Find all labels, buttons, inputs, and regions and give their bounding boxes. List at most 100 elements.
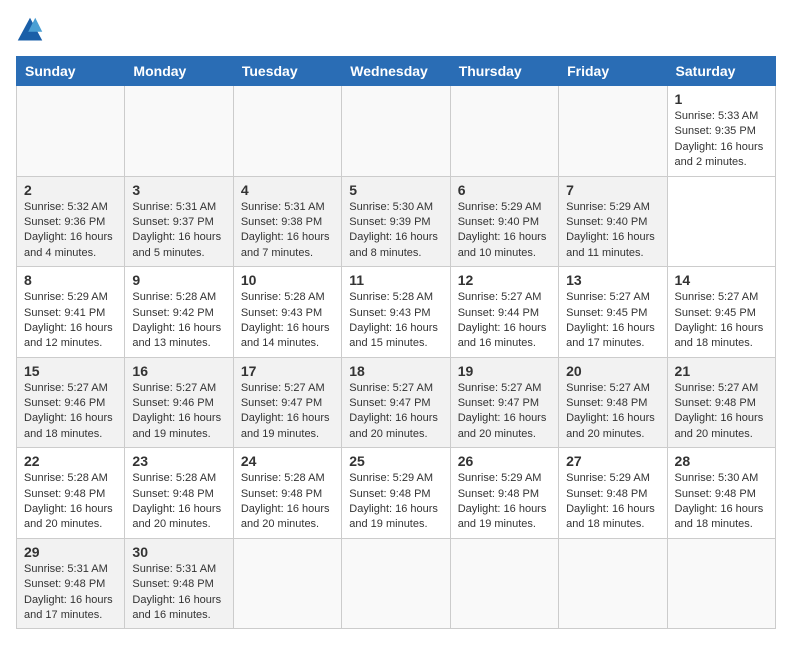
- day-info: Sunrise: 5:27 AMSunset: 9:44 PMDaylight:…: [458, 291, 547, 349]
- calendar-cell: [667, 538, 775, 629]
- calendar-header-friday: Friday: [559, 57, 667, 86]
- calendar-cell: 6 Sunrise: 5:29 AMSunset: 9:40 PMDayligh…: [450, 176, 558, 267]
- calendar-header-monday: Monday: [125, 57, 233, 86]
- day-number: 12: [458, 272, 551, 288]
- day-number: 7: [566, 182, 659, 198]
- day-info: Sunrise: 5:28 AMSunset: 9:43 PMDaylight:…: [349, 291, 438, 349]
- day-info: Sunrise: 5:31 AMSunset: 9:38 PMDaylight:…: [241, 201, 330, 259]
- calendar-header-thursday: Thursday: [450, 57, 558, 86]
- day-number: 18: [349, 363, 442, 379]
- day-number: 22: [24, 453, 117, 469]
- day-number: 20: [566, 363, 659, 379]
- day-info: Sunrise: 5:27 AMSunset: 9:47 PMDaylight:…: [458, 382, 547, 440]
- day-info: Sunrise: 5:31 AMSunset: 9:48 PMDaylight:…: [132, 563, 221, 621]
- calendar-header-row: SundayMondayTuesdayWednesdayThursdayFrid…: [17, 57, 776, 86]
- day-number: 9: [132, 272, 225, 288]
- day-number: 14: [675, 272, 768, 288]
- day-number: 27: [566, 453, 659, 469]
- day-info: Sunrise: 5:28 AMSunset: 9:48 PMDaylight:…: [132, 472, 221, 530]
- calendar-cell: 28 Sunrise: 5:30 AMSunset: 9:48 PMDaylig…: [667, 448, 775, 539]
- calendar-header-saturday: Saturday: [667, 57, 775, 86]
- calendar-cell: 25 Sunrise: 5:29 AMSunset: 9:48 PMDaylig…: [342, 448, 450, 539]
- day-info: Sunrise: 5:29 AMSunset: 9:48 PMDaylight:…: [349, 472, 438, 530]
- calendar-cell: 21 Sunrise: 5:27 AMSunset: 9:48 PMDaylig…: [667, 357, 775, 448]
- calendar-cell: 7 Sunrise: 5:29 AMSunset: 9:40 PMDayligh…: [559, 176, 667, 267]
- day-info: Sunrise: 5:31 AMSunset: 9:48 PMDaylight:…: [24, 563, 113, 621]
- calendar-cell: [342, 538, 450, 629]
- day-number: 1: [675, 91, 768, 107]
- day-info: Sunrise: 5:32 AMSunset: 9:36 PMDaylight:…: [24, 201, 113, 259]
- calendar-cell: [233, 86, 341, 177]
- day-info: Sunrise: 5:27 AMSunset: 9:47 PMDaylight:…: [241, 382, 330, 440]
- day-info: Sunrise: 5:30 AMSunset: 9:39 PMDaylight:…: [349, 201, 438, 259]
- day-info: Sunrise: 5:27 AMSunset: 9:45 PMDaylight:…: [566, 291, 655, 349]
- calendar-cell: 1 Sunrise: 5:33 AMSunset: 9:35 PMDayligh…: [667, 86, 775, 177]
- calendar-cell: [125, 86, 233, 177]
- calendar-cell: 12 Sunrise: 5:27 AMSunset: 9:44 PMDaylig…: [450, 267, 558, 358]
- day-number: 19: [458, 363, 551, 379]
- day-number: 29: [24, 544, 117, 560]
- day-number: 11: [349, 272, 442, 288]
- calendar-week-row: 8 Sunrise: 5:29 AMSunset: 9:41 PMDayligh…: [17, 267, 776, 358]
- day-info: Sunrise: 5:28 AMSunset: 9:48 PMDaylight:…: [241, 472, 330, 530]
- calendar-cell: 14 Sunrise: 5:27 AMSunset: 9:45 PMDaylig…: [667, 267, 775, 358]
- day-number: 28: [675, 453, 768, 469]
- day-info: Sunrise: 5:29 AMSunset: 9:41 PMDaylight:…: [24, 291, 113, 349]
- calendar-cell: [17, 86, 125, 177]
- day-number: 25: [349, 453, 442, 469]
- calendar-week-row: 15 Sunrise: 5:27 AMSunset: 9:46 PMDaylig…: [17, 357, 776, 448]
- calendar-cell: 16 Sunrise: 5:27 AMSunset: 9:46 PMDaylig…: [125, 357, 233, 448]
- day-number: 4: [241, 182, 334, 198]
- day-number: 8: [24, 272, 117, 288]
- day-info: Sunrise: 5:27 AMSunset: 9:47 PMDaylight:…: [349, 382, 438, 440]
- calendar-cell: 11 Sunrise: 5:28 AMSunset: 9:43 PMDaylig…: [342, 267, 450, 358]
- day-info: Sunrise: 5:29 AMSunset: 9:48 PMDaylight:…: [458, 472, 547, 530]
- calendar-header-tuesday: Tuesday: [233, 57, 341, 86]
- calendar-cell: 3 Sunrise: 5:31 AMSunset: 9:37 PMDayligh…: [125, 176, 233, 267]
- day-info: Sunrise: 5:29 AMSunset: 9:48 PMDaylight:…: [566, 472, 655, 530]
- day-info: Sunrise: 5:28 AMSunset: 9:42 PMDaylight:…: [132, 291, 221, 349]
- calendar-cell: 23 Sunrise: 5:28 AMSunset: 9:48 PMDaylig…: [125, 448, 233, 539]
- calendar-week-row: 2 Sunrise: 5:32 AMSunset: 9:36 PMDayligh…: [17, 176, 776, 267]
- calendar-header-wednesday: Wednesday: [342, 57, 450, 86]
- calendar-cell: 13 Sunrise: 5:27 AMSunset: 9:45 PMDaylig…: [559, 267, 667, 358]
- calendar-cell: 8 Sunrise: 5:29 AMSunset: 9:41 PMDayligh…: [17, 267, 125, 358]
- calendar-cell: 2 Sunrise: 5:32 AMSunset: 9:36 PMDayligh…: [17, 176, 125, 267]
- day-info: Sunrise: 5:27 AMSunset: 9:46 PMDaylight:…: [132, 382, 221, 440]
- calendar-cell: 24 Sunrise: 5:28 AMSunset: 9:48 PMDaylig…: [233, 448, 341, 539]
- calendar-cell: 29 Sunrise: 5:31 AMSunset: 9:48 PMDaylig…: [17, 538, 125, 629]
- day-number: 15: [24, 363, 117, 379]
- day-number: 5: [349, 182, 442, 198]
- calendar-week-row: 29 Sunrise: 5:31 AMSunset: 9:48 PMDaylig…: [17, 538, 776, 629]
- calendar-week-row: 1 Sunrise: 5:33 AMSunset: 9:35 PMDayligh…: [17, 86, 776, 177]
- day-info: Sunrise: 5:29 AMSunset: 9:40 PMDaylight:…: [458, 201, 547, 259]
- calendar-cell: 9 Sunrise: 5:28 AMSunset: 9:42 PMDayligh…: [125, 267, 233, 358]
- calendar-cell: [450, 86, 558, 177]
- calendar-header-sunday: Sunday: [17, 57, 125, 86]
- logo-icon: [16, 16, 44, 44]
- day-number: 10: [241, 272, 334, 288]
- calendar-cell: 26 Sunrise: 5:29 AMSunset: 9:48 PMDaylig…: [450, 448, 558, 539]
- calendar-cell: 27 Sunrise: 5:29 AMSunset: 9:48 PMDaylig…: [559, 448, 667, 539]
- calendar-cell: 22 Sunrise: 5:28 AMSunset: 9:48 PMDaylig…: [17, 448, 125, 539]
- day-number: 23: [132, 453, 225, 469]
- calendar-cell: 15 Sunrise: 5:27 AMSunset: 9:46 PMDaylig…: [17, 357, 125, 448]
- day-info: Sunrise: 5:31 AMSunset: 9:37 PMDaylight:…: [132, 201, 221, 259]
- calendar-cell: 19 Sunrise: 5:27 AMSunset: 9:47 PMDaylig…: [450, 357, 558, 448]
- day-info: Sunrise: 5:33 AMSunset: 9:35 PMDaylight:…: [675, 110, 764, 168]
- page-header: [16, 16, 776, 44]
- day-info: Sunrise: 5:29 AMSunset: 9:40 PMDaylight:…: [566, 201, 655, 259]
- calendar-cell: 5 Sunrise: 5:30 AMSunset: 9:39 PMDayligh…: [342, 176, 450, 267]
- day-number: 16: [132, 363, 225, 379]
- day-number: 26: [458, 453, 551, 469]
- calendar-cell: 30 Sunrise: 5:31 AMSunset: 9:48 PMDaylig…: [125, 538, 233, 629]
- day-info: Sunrise: 5:27 AMSunset: 9:48 PMDaylight:…: [566, 382, 655, 440]
- calendar-cell: [559, 86, 667, 177]
- logo: [16, 16, 48, 44]
- calendar-cell: [233, 538, 341, 629]
- calendar-cell: 17 Sunrise: 5:27 AMSunset: 9:47 PMDaylig…: [233, 357, 341, 448]
- calendar-table: SundayMondayTuesdayWednesdayThursdayFrid…: [16, 56, 776, 629]
- day-info: Sunrise: 5:27 AMSunset: 9:45 PMDaylight:…: [675, 291, 764, 349]
- day-info: Sunrise: 5:27 AMSunset: 9:46 PMDaylight:…: [24, 382, 113, 440]
- day-number: 17: [241, 363, 334, 379]
